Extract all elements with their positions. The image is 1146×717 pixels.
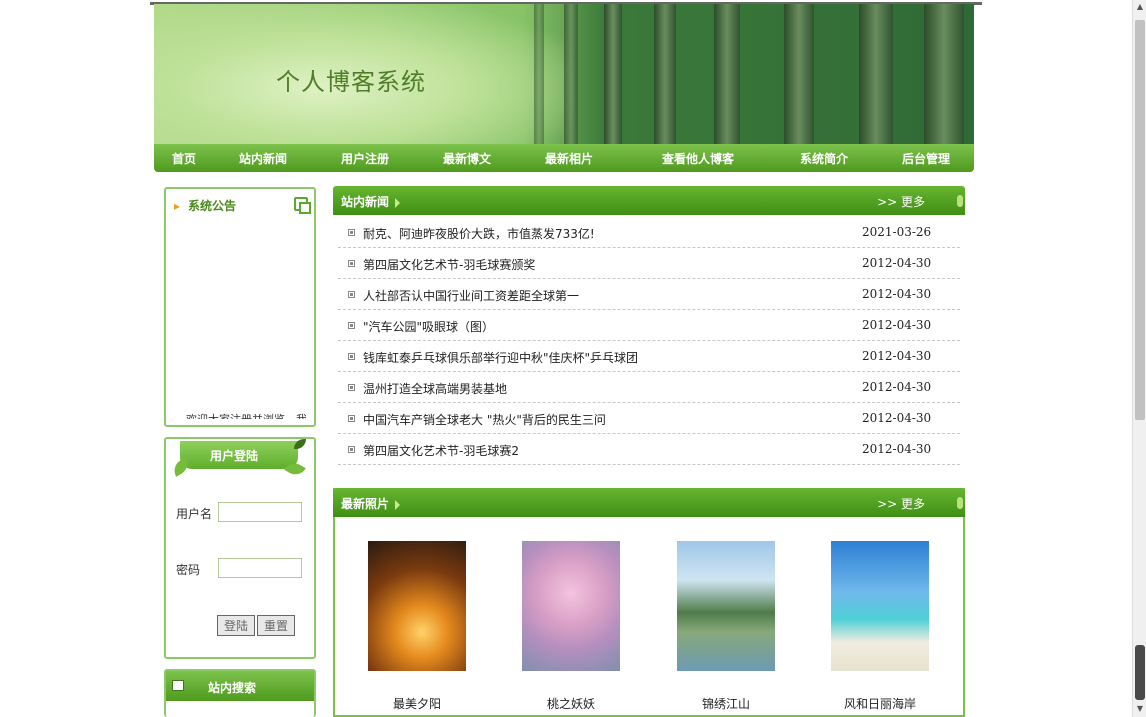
news-item-date: 2012-04-30 [862, 411, 932, 425]
tree-trunk [564, 4, 578, 144]
photos-header: 最新照片 >> 更多 [333, 488, 965, 517]
news-item-title[interactable]: 钱库虹泰乒乓球俱乐部举行迎中秋"佳庆杯"乒乓球团 [363, 349, 638, 366]
tree-trunk [859, 4, 893, 144]
photo-landscape[interactable] [677, 541, 775, 671]
search-list-icon [172, 680, 184, 691]
header-knob-icon [957, 497, 963, 509]
news-item-date: 2021-03-26 [862, 225, 932, 239]
photo-blossom[interactable] [522, 541, 620, 671]
tree-trunk [924, 4, 964, 144]
nav-latest-posts[interactable]: 最新博文 [443, 150, 491, 167]
notice-title: 系统公告 [174, 197, 236, 214]
news-more-link[interactable]: >> 更多 [877, 193, 925, 210]
photo-sunset[interactable] [368, 541, 466, 671]
news-row[interactable]: 温州打造全球高端男装基地 2012-04-30 [338, 372, 960, 403]
bullet-icon [348, 291, 355, 298]
main-nav: 首页 站内新闻 用户注册 最新博文 最新相片 查看他人博客 系统简介 后台管理 [154, 144, 974, 172]
news-title: 站内新闻 [341, 193, 400, 210]
nav-register[interactable]: 用户注册 [341, 150, 389, 167]
search-title: 站内搜索 [208, 681, 257, 695]
news-item-date: 2012-04-30 [862, 256, 932, 270]
nav-home[interactable]: 首页 [172, 150, 196, 167]
tree-trunk [534, 4, 544, 144]
photos-panel: 最新照片 >> 更多 最美夕阳 桃之妖妖 锦绣江山 风和日丽海岸 [333, 488, 965, 717]
news-item-title[interactable]: 人社部否认中国行业间工资差距全球第一 [363, 287, 579, 304]
tree-trunk [604, 4, 622, 144]
news-row[interactable]: "汽车公园"吸眼球（图） 2012-04-30 [338, 310, 960, 341]
password-label: 密码 [176, 563, 201, 577]
header-knob-icon [957, 195, 963, 207]
login-button[interactable]: 登陆 [217, 615, 255, 636]
login-header: 用户登陆 [180, 441, 298, 469]
news-item-title[interactable]: 中国汽车产销全球老大 "热火"背后的民生三问 [363, 411, 606, 428]
search-header: 站内搜索 [166, 671, 314, 701]
news-item-date: 2012-04-30 [862, 349, 932, 363]
news-row[interactable]: 耐克、阿迪昨夜股价大跌，市值蒸发733亿! 2021-03-26 [338, 217, 960, 248]
header-banner: 个人博客系统 [154, 4, 974, 144]
news-row[interactable]: 人社部否认中国行业间工资差距全球第一 2012-04-30 [338, 279, 960, 310]
tree-trunk [654, 4, 676, 144]
bullet-icon [348, 260, 355, 267]
news-header: 站内新闻 >> 更多 [333, 186, 965, 215]
news-item-title[interactable]: 耐克、阿迪昨夜股价大跌，市值蒸发733亿! [363, 225, 595, 242]
bullet-icon [348, 446, 355, 453]
news-item-date: 2012-04-30 [862, 287, 932, 301]
search-box: 站内搜索 [164, 669, 316, 717]
news-row[interactable]: 第四届文化艺术节-羽毛球赛颁奖 2012-04-30 [338, 248, 960, 279]
tree-trunk [784, 4, 814, 144]
photo-caption[interactable]: 桃之妖妖 [522, 695, 620, 712]
site-title: 个人博客系统 [276, 68, 426, 96]
login-box: 用户登陆 用户名 密码 登陆 重置 [164, 437, 316, 659]
photos-more-link[interactable]: >> 更多 [877, 495, 925, 512]
news-row[interactable]: 第四届文化艺术节-羽毛球赛2 2012-04-30 [338, 434, 960, 465]
password-input[interactable] [218, 558, 302, 578]
photo-caption[interactable]: 最美夕阳 [368, 695, 466, 712]
news-item-title[interactable]: "汽车公园"吸眼球（图） [363, 318, 494, 335]
page: 个人博客系统 首页 站内新闻 用户注册 最新博文 最新相片 查看他人博客 系统简… [0, 0, 1146, 717]
reset-button[interactable]: 重置 [257, 615, 295, 636]
photo-caption[interactable]: 风和日丽海岸 [831, 695, 929, 712]
username-input[interactable] [218, 502, 302, 522]
news-item-title[interactable]: 温州打造全球高端男装基地 [363, 380, 507, 397]
username-label: 用户名 [176, 507, 213, 521]
nav-system-intro[interactable]: 系统简介 [800, 150, 848, 167]
nav-site-news[interactable]: 站内新闻 [239, 150, 287, 167]
news-item-date: 2012-04-30 [862, 318, 932, 332]
notice-box: 系统公告 欢迎大家注册并浏览，我站 [164, 187, 316, 427]
bullet-icon [348, 384, 355, 391]
news-row[interactable]: 中国汽车产销全球老大 "热火"背后的民生三问 2012-04-30 [338, 403, 960, 434]
tree-trunk [714, 4, 740, 144]
bullet-icon [348, 353, 355, 360]
blog-layout: 个人博客系统 首页 站内新闻 用户注册 最新博文 最新相片 查看他人博客 系统简… [150, 0, 982, 717]
copy-icon[interactable] [294, 197, 311, 214]
news-item-title[interactable]: 第四届文化艺术节-羽毛球赛2 [363, 442, 519, 459]
scroll-track [1135, 20, 1145, 420]
news-row[interactable]: 钱库虹泰乒乓球俱乐部举行迎中秋"佳庆杯"乒乓球团 2012-04-30 [338, 341, 960, 372]
bullet-icon [348, 229, 355, 236]
vertical-scrollbar[interactable]: ▲ ▼ [1132, 0, 1146, 717]
news-panel: 站内新闻 >> 更多 耐克、阿迪昨夜股价大跌，市值蒸发733亿! 2021-03… [333, 186, 965, 471]
nav-latest-photos[interactable]: 最新相片 [545, 150, 593, 167]
nav-admin[interactable]: 后台管理 [902, 150, 950, 167]
news-item-date: 2012-04-30 [862, 380, 932, 394]
notice-scrolling-text: 欢迎大家注册并浏览，我站 [186, 411, 306, 419]
login-title: 用户登陆 [210, 449, 259, 463]
bullet-icon [348, 415, 355, 422]
scroll-up-arrow-icon[interactable]: ▲ [1135, 2, 1145, 12]
nav-other-blogs[interactable]: 查看他人博客 [662, 150, 734, 167]
bullet-icon [348, 322, 355, 329]
photo-caption[interactable]: 锦绣江山 [677, 695, 775, 712]
news-item-title[interactable]: 第四届文化艺术节-羽毛球赛颁奖 [363, 256, 535, 273]
photos-title: 最新照片 [341, 495, 400, 512]
scroll-thumb[interactable] [1135, 645, 1145, 700]
photo-beach[interactable] [831, 541, 929, 671]
scroll-down-arrow-icon[interactable]: ▼ [1135, 704, 1145, 714]
news-item-date: 2012-04-30 [862, 442, 932, 456]
